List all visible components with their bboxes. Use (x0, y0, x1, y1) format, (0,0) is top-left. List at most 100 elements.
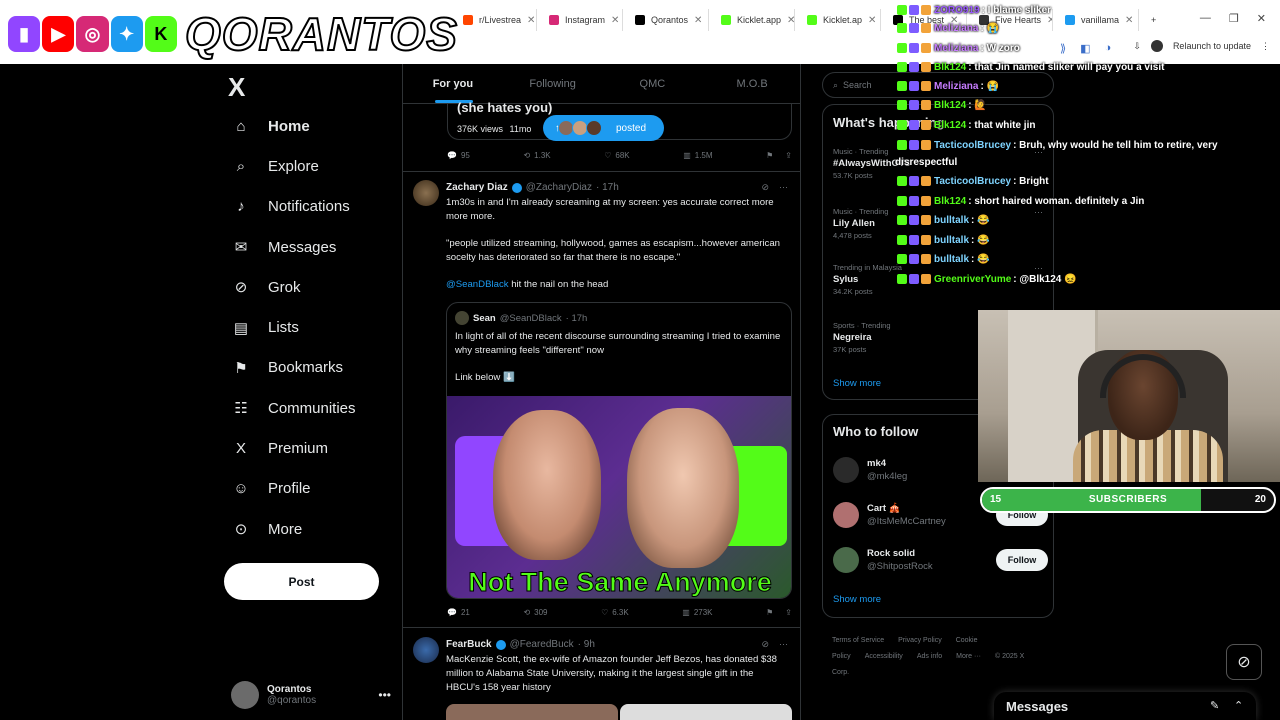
sidebar-item-premium[interactable]: X Premium (222, 428, 402, 468)
youtube-icon: ▶ (42, 16, 75, 52)
tab-qmc[interactable]: QMC (603, 64, 703, 103)
sub-badge-icon (909, 120, 919, 131)
x-premium-icon: X (235, 440, 246, 458)
chat-text: : Bruh, why would he tell him to retire,… (1013, 140, 1218, 151)
sidebar-item-bookmarks[interactable]: ⚑ Bookmarks (222, 348, 402, 388)
follow-suggestion[interactable]: Rock solid @ShitpostRock Follow (833, 545, 1048, 575)
gift-badge-icon (921, 62, 931, 73)
reply-button[interactable]: 💬 21 (447, 608, 470, 617)
repost-button[interactable]: ⟲ 1.3K (523, 151, 550, 160)
views-button[interactable]: ▥ 1.5M (683, 151, 712, 160)
messages-drawer[interactable]: Messages ✎ ⌃ (994, 692, 1256, 720)
footer-link[interactable]: Privacy Policy (898, 637, 942, 644)
gift-badge-icon (921, 23, 931, 34)
tweet-media[interactable] (446, 704, 792, 720)
messages-drawer-title: Messages (1006, 698, 1069, 714)
sidebar-item-lists[interactable]: ▤ Lists (222, 307, 402, 347)
account-handle: @qorantos (267, 695, 317, 706)
sidebar-item-more[interactable]: ⊙ More (222, 509, 402, 549)
author-handle[interactable]: @ZacharyDiaz (526, 182, 592, 193)
grok-icon[interactable]: ⊘ (761, 182, 769, 193)
share-icon[interactable]: ⇪ (785, 151, 792, 160)
views-button[interactable]: ▥ 273K (682, 608, 712, 617)
author-handle[interactable]: @FearedBuck (510, 639, 574, 650)
sidebar-item-communities[interactable]: ☷ Communities (222, 388, 402, 428)
tweet-tools: ⊘ ··· (761, 639, 788, 650)
expand-chevron-icon[interactable]: ⌃ (1234, 699, 1243, 712)
previous-media-views: 376K views 11mo (457, 124, 531, 134)
mention-link[interactable]: @SeanDBlack (446, 279, 509, 290)
close-tab-icon[interactable]: ✕ (787, 15, 794, 26)
sidebar-item-label: Premium (268, 440, 329, 458)
more-icon[interactable]: ··· (779, 639, 788, 650)
sub-badge-icon (909, 176, 919, 187)
footer-link[interactable]: More ··· (956, 653, 981, 660)
gift-badge-icon (921, 196, 931, 207)
sidebar-item-home[interactable]: ⌂ Home (222, 106, 402, 146)
chat-text: : Bright (1013, 176, 1049, 187)
author-name[interactable]: Zachary Diaz (446, 182, 508, 193)
author-name[interactable]: FearBuck (446, 639, 492, 650)
browser-tab-label: Qorantos (651, 15, 689, 25)
chat-badges (897, 196, 931, 207)
footer-link[interactable]: Accessibility (865, 653, 903, 660)
share-icon[interactable]: ⇪ (785, 608, 792, 617)
close-tab-icon[interactable]: ✕ (868, 15, 876, 26)
chat-text: : 🙋 (968, 100, 987, 111)
quoted-tweet[interactable]: Sean @SeanDBlack · 17h In light of all o… (446, 302, 792, 599)
close-tab-icon[interactable]: ✕ (694, 15, 702, 26)
quote-handle: @SeanDBlack (499, 312, 562, 324)
bookmark-icon[interactable]: ⚑ (766, 608, 773, 617)
sidebar-item-profile[interactable]: ☺ Profile (222, 469, 402, 509)
sub-badge-icon (909, 43, 919, 54)
sidebar-item-notifications[interactable]: ♪ Notifications (222, 187, 402, 227)
new-posts-pill[interactable]: ↑ posted (543, 115, 664, 141)
tab-for-you[interactable]: For you (403, 64, 503, 103)
footer-link[interactable]: Terms of Service (832, 637, 884, 644)
mail-icon: ✉ (234, 239, 248, 257)
media-image[interactable] (446, 704, 618, 720)
chat-message: Blk124: short haired woman. definitely a… (897, 195, 1144, 208)
x-logo-icon[interactable]: X (228, 72, 245, 103)
sidebar-item-explore[interactable]: ⌕ Explore (222, 146, 402, 186)
video-thumbnail[interactable]: Not The Same Anymore (447, 396, 791, 598)
media-image[interactable] (620, 704, 792, 720)
chat-username: TacticoolBrucey (934, 140, 1012, 151)
compose-message-icon[interactable]: ✎ (1210, 699, 1219, 712)
more-icon[interactable]: ··· (779, 182, 788, 193)
browser-tab[interactable]: Kicklet.app ✕ (713, 9, 795, 31)
grok-icon[interactable]: ⊘ (761, 639, 769, 650)
post-time[interactable]: · 17h (596, 182, 619, 193)
like-button[interactable]: ♡ 68K (604, 151, 629, 160)
grok-floating-button[interactable]: ⊘ (1226, 644, 1262, 680)
more-icon[interactable]: ••• (378, 688, 391, 702)
close-tab-icon[interactable]: ✕ (611, 15, 619, 26)
post-time[interactable]: · 9h (578, 639, 595, 650)
bookmark-icon[interactable]: ⚑ (766, 151, 773, 160)
close-tab-icon[interactable]: ✕ (527, 15, 535, 26)
show-more-link[interactable]: Show more (833, 378, 881, 389)
avatar[interactable] (413, 180, 439, 206)
repost-button[interactable]: ⟲ 309 (523, 608, 547, 617)
browser-tab[interactable]: r/Livestrea ✕ (455, 9, 537, 31)
like-button[interactable]: ♡ 6.3K (601, 608, 629, 617)
chat-username: bulltalk (934, 254, 970, 265)
chat-message: ZORO919: I blame sliker (897, 4, 1051, 17)
tab-m-o-b[interactable]: M.O.B (702, 64, 800, 103)
reply-button[interactable]: 💬 95 (447, 151, 470, 160)
browser-tab[interactable]: Kicklet.ap ✕ (799, 9, 881, 31)
account-switcher[interactable]: Qorantos @qorantos ••• (231, 680, 391, 710)
show-more-link[interactable]: Show more (833, 594, 881, 605)
sub-badge-icon (909, 81, 919, 92)
sidebar-item-grok[interactable]: ⊘ Grok (222, 267, 402, 307)
avatar (833, 502, 859, 528)
footer-link[interactable]: Ads info (917, 653, 942, 660)
follow-button[interactable]: Follow (996, 549, 1048, 571)
browser-tab[interactable]: Instagram ✕ (541, 9, 623, 31)
sidebar-item-messages[interactable]: ✉ Messages (222, 227, 402, 267)
post-button[interactable]: Post (224, 563, 379, 600)
avatar[interactable] (413, 637, 439, 663)
tab-following[interactable]: Following (503, 64, 603, 103)
post-age: 11mo (509, 124, 532, 134)
browser-tab[interactable]: Qorantos ✕ (627, 9, 709, 31)
